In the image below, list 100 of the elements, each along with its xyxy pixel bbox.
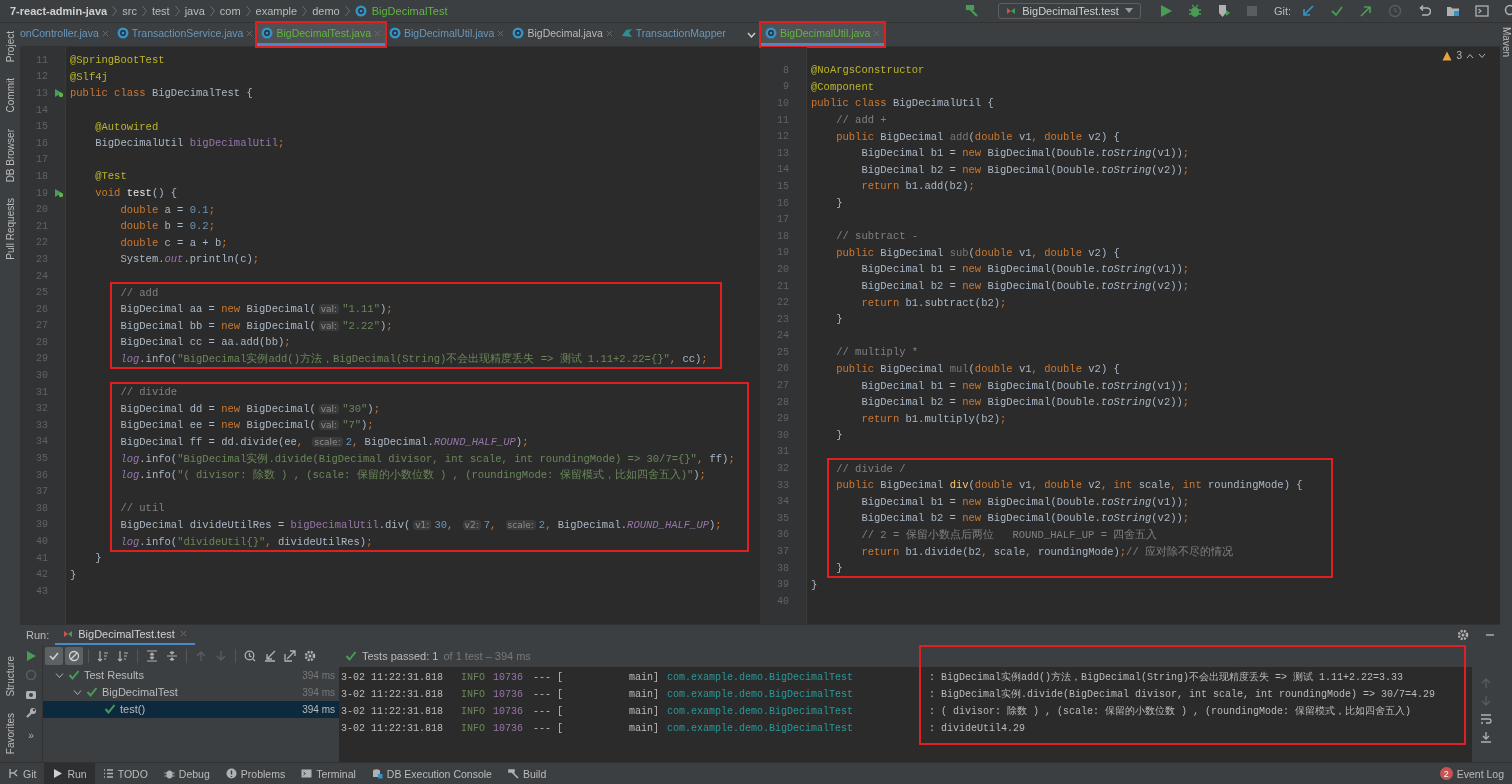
ban-icon — [68, 649, 80, 662]
chevron-down-icon[interactable] — [747, 32, 756, 38]
bird-icon — [620, 27, 633, 39]
log-time: 3-02 11:22:31.818 — [341, 688, 445, 700]
event-log-button[interactable]: 2 Event Log — [1431, 763, 1512, 784]
tool-window-button[interactable]: Git — [0, 763, 45, 784]
run-icon[interactable] — [54, 188, 64, 199]
close-icon[interactable] — [497, 29, 505, 37]
arrow-icon[interactable] — [1301, 4, 1315, 18]
code-line: // multiply * — [835, 346, 919, 359]
warning-count[interactable]: 3 — [1456, 50, 1462, 61]
tool-window-tab[interactable]: Pull Requests — [0, 189, 20, 268]
check-icon — [68, 669, 80, 682]
tool-window-button[interactable]: TODO — [94, 763, 156, 784]
terminal-icon[interactable] — [1475, 4, 1489, 18]
code-line: // divide — [119, 386, 178, 399]
test-tree-item[interactable]: test() 394 ms — [43, 700, 339, 718]
tool-window-button[interactable]: Terminal — [293, 763, 364, 784]
breadcrumb-item[interactable]: demo — [312, 5, 340, 17]
chevron-down-icon[interactable] — [1478, 52, 1486, 59]
breadcrumb-item[interactable]: 7-react-admin-java — [10, 5, 108, 17]
tool-window-button[interactable]: Build — [499, 763, 555, 784]
test-status: Tests passed: 1 — [362, 649, 439, 662]
code-line: BigDecimal ff = dd.divide(ee, scale: 2, BigDecimal.ROUND_HALF_UP); — [119, 435, 529, 448]
log-separator: --- — [533, 671, 552, 683]
breadcrumb-item[interactable]: src — [122, 5, 137, 17]
chevron-icon — [209, 5, 215, 17]
tool-window-tab[interactable]: DB Browser — [0, 120, 20, 190]
ban-toggle[interactable] — [65, 646, 83, 665]
code-line: @Autowired — [94, 120, 159, 133]
tool-window-tab[interactable]: Structure — [0, 648, 20, 705]
dropdown-arrow-icon — [1124, 8, 1133, 14]
chevron-up-icon[interactable] — [1466, 52, 1474, 59]
editor-tab[interactable]: BigDecimal.java — [508, 23, 617, 46]
db-icon — [371, 768, 383, 779]
check-toggle[interactable] — [45, 646, 63, 665]
wrap-icon[interactable] — [1480, 712, 1492, 725]
tool-window-tab[interactable]: Project — [0, 23, 20, 71]
undo-icon[interactable] — [1417, 4, 1431, 18]
breadcrumb-item[interactable]: BigDecimalTest — [371, 5, 448, 17]
tool-window-button[interactable]: Debug — [155, 763, 218, 784]
log-thread: main] — [629, 722, 660, 734]
checkmark-icon[interactable] — [1330, 4, 1344, 18]
shield-icon[interactable] — [1216, 4, 1231, 18]
log-separator: --- — [533, 688, 552, 700]
log-logger: com.example.demo.BigDecimalTest — [667, 688, 855, 700]
folder-icon[interactable] — [1446, 4, 1460, 18]
breadcrumb-item[interactable]: java — [184, 5, 205, 17]
chevron-icon — [302, 5, 308, 17]
editor-tab[interactable]: TransactionMapper — [616, 23, 730, 46]
scroll-end-icon[interactable] — [1480, 730, 1492, 743]
wrench-icon[interactable] — [25, 706, 37, 719]
log-thread: main] — [629, 671, 660, 683]
close-icon[interactable] — [101, 29, 109, 37]
log-bracket: [ — [557, 722, 564, 734]
code-line: BigDecimal bb = new BigDecimal( val: "2.22"); — [119, 319, 393, 332]
code-line: BigDecimalUtil bigDecimalUtil; — [94, 137, 285, 150]
editor-tab[interactable]: BigDecimalUtil.java — [761, 23, 885, 46]
hammer-icon — [507, 768, 519, 779]
arrow-icon[interactable] — [1359, 4, 1373, 18]
run-icon[interactable] — [1158, 4, 1173, 18]
tool-window-tab[interactable]: Favorites — [0, 704, 20, 762]
editor-tab[interactable]: BigDecimalUtil.java — [385, 23, 509, 46]
log-logger: com.example.demo.BigDecimalTest — [667, 671, 855, 683]
log-pid: 10736 — [493, 671, 524, 683]
breadcrumb-item[interactable]: example — [255, 5, 298, 17]
close-icon[interactable] — [605, 29, 613, 37]
code-line: return b1.multiply(b2); — [860, 412, 1007, 425]
run-tab[interactable]: BigDecimalTest.test — [55, 624, 195, 645]
check-icon — [86, 686, 98, 699]
run-icon[interactable] — [25, 649, 37, 662]
code-line: BigDecimal cc = aa.add(bb); — [119, 336, 291, 349]
log-level: INFO — [461, 705, 486, 717]
code-line: @Test — [94, 170, 127, 183]
class-icon — [389, 27, 401, 39]
code-line: BigDecimal b2 = new BigDecimal(Double.toString(v2)); — [860, 396, 1190, 409]
more-button[interactable]: » — [28, 729, 34, 741]
tool-window-tab[interactable]: Maven — [1500, 23, 1512, 65]
tool-window-button[interactable]: Problems — [217, 763, 294, 784]
class-icon — [354, 5, 367, 17]
run-icon[interactable] — [54, 88, 64, 99]
bug-icon[interactable] — [1187, 4, 1202, 18]
tool-window-tab[interactable]: Commit — [0, 70, 20, 121]
code-line: public BigDecimal div(double v1, double v2, int scale, int roundingMode) { — [835, 479, 1303, 492]
close-icon[interactable] — [179, 630, 187, 638]
editor-tab[interactable]: TransactionService.java — [112, 23, 258, 46]
code-line: log.info("divideUtil{}", divideUtilRes); — [119, 535, 373, 548]
editor-tab[interactable]: BigDecimalTest.java — [257, 23, 385, 46]
breadcrumb-item[interactable]: com — [219, 5, 241, 17]
code-line: BigDecimal b2 = new BigDecimal(Double.toString(v2)); — [860, 163, 1190, 176]
chevron-icon — [245, 5, 251, 17]
breadcrumb-item[interactable]: test — [151, 5, 170, 17]
run-configuration-dropdown[interactable]: BigDecimalTest.test — [998, 3, 1141, 19]
tool-window-button[interactable]: DB Execution Console — [363, 763, 500, 784]
editor-tab[interactable]: onController.java — [20, 23, 113, 46]
settings-icon[interactable] — [1457, 628, 1469, 641]
code-line: log.info("( divisor: 除数 ) , (scale: 保留的小数位数 ) , (roundingMode: 保留模式，比如四舍五入)"); — [119, 468, 706, 483]
close-icon[interactable] — [246, 29, 254, 37]
log-separator: --- — [533, 705, 552, 717]
tool-window-button[interactable]: Run — [44, 763, 95, 784]
